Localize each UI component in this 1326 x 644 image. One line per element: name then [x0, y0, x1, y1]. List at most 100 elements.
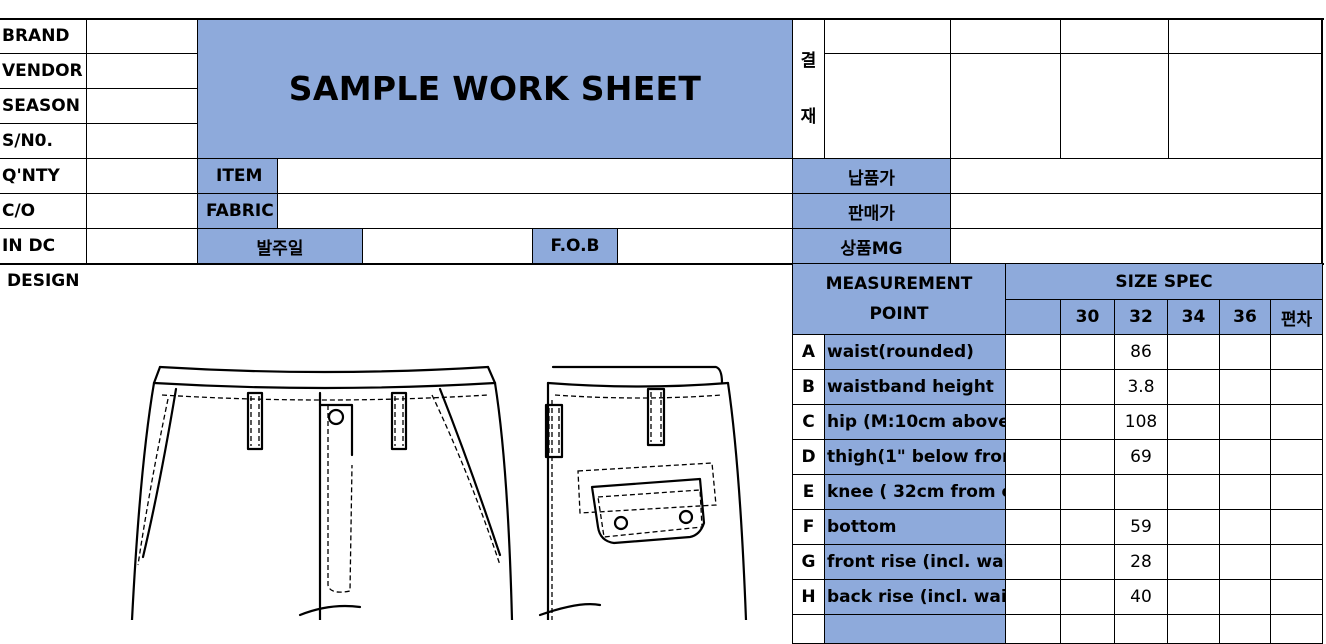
season-value[interactable] — [86, 88, 198, 124]
measurement-tolerance-e[interactable] — [1270, 474, 1323, 510]
delivery-price-value[interactable] — [950, 158, 1323, 194]
sale-price-value[interactable] — [950, 193, 1323, 229]
brand-label: BRAND — [0, 18, 87, 54]
sn-value[interactable] — [86, 123, 198, 159]
approval-sign-2[interactable] — [950, 53, 1061, 159]
measurement-tolerance-f[interactable] — [1270, 509, 1323, 545]
approval-sign-4[interactable] — [1168, 53, 1323, 159]
measurement-tolerance-a[interactable] — [1270, 334, 1323, 370]
approval-char-1: 결 — [800, 50, 817, 71]
brand-value[interactable] — [86, 18, 198, 54]
measurement-32-a[interactable]: 86 — [1114, 334, 1168, 370]
measurement-36-e[interactable] — [1219, 474, 1271, 510]
qnty-label: Q'NTY — [0, 158, 87, 194]
measurement-tolerance-b[interactable] — [1270, 369, 1323, 405]
measurement-point-header: MEASUREMENT POINT — [792, 263, 1006, 335]
measurement-32-f[interactable]: 59 — [1114, 509, 1168, 545]
measurement-32-h[interactable]: 40 — [1114, 579, 1168, 615]
measurement-tolerance-g[interactable] — [1270, 544, 1323, 580]
measurement-34-a[interactable] — [1167, 334, 1220, 370]
approval-sign-1[interactable] — [824, 53, 951, 159]
co-label: C/O — [0, 193, 87, 229]
measurement-blank-e[interactable] — [1005, 474, 1061, 510]
measurement-30-e[interactable] — [1060, 474, 1115, 510]
fabric-label: FABRIC — [197, 193, 278, 229]
approval-title-2[interactable] — [950, 18, 1061, 54]
measurement-30-b[interactable] — [1060, 369, 1115, 405]
measurement-blank-h[interactable] — [1005, 579, 1061, 615]
measurement-tolerance-c[interactable] — [1270, 404, 1323, 440]
measurement-blank-c[interactable] — [1005, 404, 1061, 440]
merch-mg-value[interactable] — [950, 228, 1323, 264]
measurement-blank-f[interactable] — [1005, 509, 1061, 545]
measurement-blank-a[interactable] — [1005, 334, 1061, 370]
front-right-leg — [493, 381, 514, 620]
measurement-36-c[interactable] — [1219, 404, 1271, 440]
measurement-code-d: D — [792, 439, 825, 475]
fob-value[interactable] — [617, 228, 793, 264]
approval-sign-3[interactable] — [1060, 53, 1169, 159]
pants-sketch — [130, 365, 748, 620]
measurement-36-d[interactable] — [1219, 439, 1271, 475]
sn-label: S/N0. — [0, 123, 87, 159]
measurement-blank-b[interactable] — [1005, 369, 1061, 405]
measurement-34-h[interactable] — [1167, 579, 1220, 615]
measurement-point-f: bottom — [824, 509, 1006, 545]
measurement-32-c[interactable]: 108 — [1114, 404, 1168, 440]
measurement-point-d: thigh(1" below from — [824, 439, 1006, 475]
measurement-34-b[interactable] — [1167, 369, 1220, 405]
measurement-32-b[interactable]: 3.8 — [1114, 369, 1168, 405]
measurement-30-c[interactable] — [1060, 404, 1115, 440]
order-date-label: 발주일 — [197, 228, 363, 264]
item-value[interactable] — [277, 158, 793, 194]
measurement-30-a[interactable] — [1060, 334, 1115, 370]
size-spec-header: SIZE SPEC — [1005, 263, 1323, 300]
order-date-value[interactable] — [362, 228, 533, 264]
size-col-32: 32 — [1114, 299, 1168, 335]
qnty-value[interactable] — [86, 158, 198, 194]
measurement-32-d[interactable]: 69 — [1114, 439, 1168, 475]
measurement-code-e: E — [792, 474, 825, 510]
measurement-30-g[interactable] — [1060, 544, 1115, 580]
approval-title-4[interactable] — [1168, 18, 1323, 54]
measurement-36-next — [1219, 614, 1271, 644]
measurement-36-f[interactable] — [1219, 509, 1271, 545]
measurement-32-g[interactable]: 28 — [1114, 544, 1168, 580]
measurement-blank-g[interactable] — [1005, 544, 1061, 580]
measurement-36-h[interactable] — [1219, 579, 1271, 615]
measurement-point-b: waistband height — [824, 369, 1006, 405]
measurement-36-g[interactable] — [1219, 544, 1271, 580]
measurement-point-a: waist(rounded) — [824, 334, 1006, 370]
side-waistband-top — [551, 365, 724, 385]
measurement-code-f: F — [792, 509, 825, 545]
approval-title-3[interactable] — [1060, 18, 1169, 54]
measurement-34-e[interactable] — [1167, 474, 1220, 510]
measurement-tolerance-h[interactable] — [1270, 579, 1323, 615]
measurement-32-e[interactable] — [1114, 474, 1168, 510]
measurement-30-d[interactable] — [1060, 439, 1115, 475]
vendor-value[interactable] — [86, 53, 198, 89]
measurement-blank-d[interactable] — [1005, 439, 1061, 475]
indc-value[interactable] — [86, 228, 198, 264]
measurement-34-next — [1167, 614, 1220, 644]
approval-char-2: 재 — [800, 106, 817, 127]
size-col-36: 36 — [1219, 299, 1271, 335]
measurement-point-e: knee ( 32cm from cr — [824, 474, 1006, 510]
fabric-value[interactable] — [277, 193, 793, 229]
measurement-34-g[interactable] — [1167, 544, 1220, 580]
approval-title-1[interactable] — [824, 18, 951, 54]
top-border — [0, 18, 1324, 20]
measurement-34-d[interactable] — [1167, 439, 1220, 475]
measurement-36-b[interactable] — [1219, 369, 1271, 405]
measurement-30-f[interactable] — [1060, 509, 1115, 545]
measurement-code-g: G — [792, 544, 825, 580]
measurement-32-next — [1114, 614, 1168, 644]
measurement-tolerance-d[interactable] — [1270, 439, 1323, 475]
co-value[interactable] — [86, 193, 198, 229]
measurement-30-h[interactable] — [1060, 579, 1115, 615]
measurement-blank-next — [1005, 614, 1061, 644]
size-col-34: 34 — [1167, 299, 1220, 335]
measurement-34-c[interactable] — [1167, 404, 1220, 440]
measurement-34-f[interactable] — [1167, 509, 1220, 545]
measurement-36-a[interactable] — [1219, 334, 1271, 370]
